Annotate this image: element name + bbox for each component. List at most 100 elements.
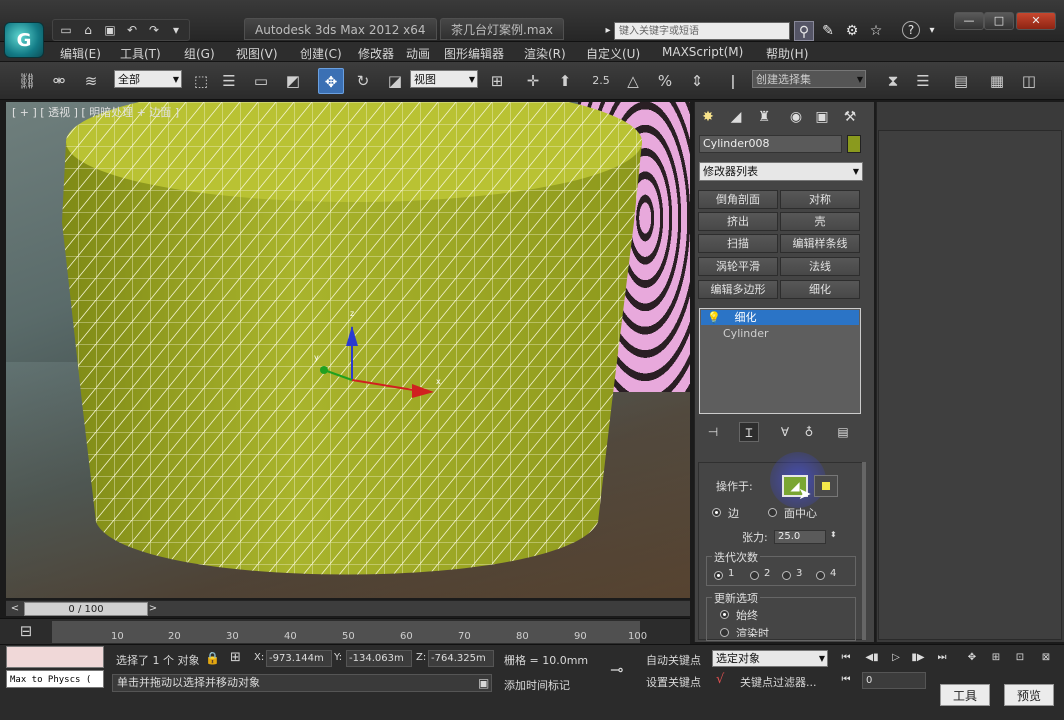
menu-customize[interactable]: 自定义(U)	[586, 45, 640, 62]
next-frame-icon[interactable]: ▮▶	[908, 650, 928, 666]
search-input[interactable]: 键入关键字或短语	[614, 22, 790, 40]
cylinder-mesh[interactable]: z x y	[6, 102, 690, 598]
named-selection-select[interactable]: 创建选择集	[752, 70, 866, 89]
zoom-extents-all-icon[interactable]: ⊠	[1036, 650, 1056, 666]
make-unique-icon[interactable]: ∀	[775, 422, 795, 442]
modifier-button[interactable]: 扫描	[698, 234, 778, 253]
z-coordinate-field[interactable]: -764.325m	[428, 650, 494, 667]
angle-snap-icon[interactable]: △	[620, 68, 646, 94]
modifier-button[interactable]: 对称	[780, 190, 860, 209]
menu-help[interactable]: 帮助(H)	[766, 45, 808, 62]
modifier-stack[interactable]: 💡 细化 Cylinder	[699, 308, 861, 414]
favorites-icon[interactable]: ☆	[866, 21, 886, 41]
selection-lock-icon[interactable]: 🔒	[205, 651, 220, 665]
configure-sets-icon[interactable]: ▤	[833, 422, 853, 442]
time-prev-button[interactable]: <	[8, 602, 22, 616]
unlink-icon[interactable]: ⚮	[46, 68, 72, 94]
zoom-extents-icon[interactable]: ⊡	[1010, 650, 1030, 666]
spinner-arrows-icon[interactable]: ⬍	[830, 530, 837, 539]
open-file-icon[interactable]: ⌂	[79, 22, 97, 38]
selection-filter-select[interactable]: 全部	[114, 70, 182, 89]
x-coordinate-field[interactable]: -973.144m	[266, 650, 332, 667]
help-dropdown-icon[interactable]: ▾	[922, 21, 942, 41]
rollout-scrollbar[interactable]	[862, 462, 866, 640]
time-slider-thumb[interactable]: 0 / 100	[24, 602, 148, 616]
key-filters-button[interactable]: 关键点过滤器...	[740, 674, 817, 690]
mini-curve-editor-icon[interactable]: ⊟	[14, 619, 38, 643]
select-by-name-icon[interactable]: ☰	[216, 68, 242, 94]
edit-named-selection-icon[interactable]: ǀ	[720, 68, 746, 94]
customize-dropdown-icon[interactable]: ▾	[167, 22, 185, 38]
maxscript-listener-pink[interactable]	[6, 646, 104, 668]
spinner-snap-icon[interactable]: ⇕	[684, 68, 710, 94]
key-mode-toggle-icon[interactable]: ⏮	[836, 672, 856, 688]
play-icon[interactable]: ▷	[886, 650, 906, 666]
tools-button[interactable]: 工具	[940, 684, 991, 706]
add-time-tag[interactable]: 添加时间标记	[504, 677, 570, 693]
select-rotate-icon[interactable]: ↻	[350, 68, 376, 94]
time-slider[interactable]: < 0 / 100 >	[6, 600, 690, 616]
pivot-center-icon[interactable]: ⊞	[484, 68, 510, 94]
modifier-button[interactable]: 编辑多边形	[698, 280, 778, 299]
display-tab-icon[interactable]: ▣	[811, 106, 833, 128]
align-icon[interactable]: ☰	[910, 68, 936, 94]
auto-key-button[interactable]: 自动关键点	[646, 652, 701, 668]
percent-snap-icon[interactable]: %	[652, 68, 678, 94]
face-center-radio[interactable]	[768, 508, 777, 517]
maxscript-mini-listener[interactable]: Max to Physcs (	[6, 670, 104, 688]
help-icon[interactable]: ?	[902, 21, 920, 39]
lightbulb-icon[interactable]: 💡	[701, 310, 721, 325]
minimize-button[interactable]: —	[954, 12, 984, 30]
menu-edit[interactable]: 编辑(E)	[60, 45, 101, 62]
modifier-button[interactable]: 细化	[780, 280, 860, 299]
communication-icon[interactable]: ⚙	[842, 21, 862, 41]
render-setup-icon[interactable]: ▦	[984, 68, 1010, 94]
utilities-tab-icon[interactable]: ⚒	[839, 106, 861, 128]
menu-rendering[interactable]: 渲染(R)	[524, 45, 566, 62]
redo-icon[interactable]: ↷	[145, 22, 163, 38]
stack-item-tessellate[interactable]: 💡 细化	[701, 310, 859, 325]
modifier-button[interactable]: 挤出	[698, 212, 778, 231]
hierarchy-tab-icon[interactable]: ♜	[753, 106, 775, 128]
menu-maxscript[interactable]: MAXScript(M)	[662, 45, 743, 59]
zoom-icon[interactable]: ✥	[962, 650, 982, 666]
iteration-radio-1[interactable]	[714, 571, 723, 580]
modifier-list-select[interactable]: 修改器列表	[699, 162, 863, 181]
select-move-icon[interactable]: ✥	[318, 68, 344, 94]
app-logo-icon[interactable]: G	[4, 22, 44, 58]
layer-manager-icon[interactable]: ▤	[948, 68, 974, 94]
key-mode-select[interactable]: 选定对象	[712, 650, 828, 667]
set-key-button[interactable]: 设置关键点	[646, 674, 701, 690]
close-button[interactable]: ✕	[1016, 12, 1056, 30]
motion-tab-icon[interactable]: ◉	[785, 106, 807, 128]
link-icon[interactable]: ⛓	[14, 68, 40, 94]
menu-group[interactable]: 组(G)	[184, 45, 215, 62]
previous-frame-icon[interactable]: ◀▮	[862, 650, 882, 666]
modifier-button[interactable]: 法线	[780, 257, 860, 276]
object-name-field[interactable]: Cylinder008	[699, 135, 842, 153]
operate-on-polygons-button[interactable]	[814, 475, 838, 497]
absolute-mode-icon[interactable]: ⊞	[230, 650, 241, 665]
binoculars-icon[interactable]: ⚲	[794, 21, 814, 41]
always-radio[interactable]	[720, 610, 729, 619]
y-coordinate-field[interactable]: -134.063m	[346, 650, 412, 667]
object-color-swatch[interactable]	[847, 135, 861, 153]
menu-create[interactable]: 创建(C)	[300, 45, 342, 62]
zoom-all-icon[interactable]: ⊞	[986, 650, 1006, 666]
select-manipulate-icon[interactable]: ✛	[520, 68, 546, 94]
go-to-start-icon[interactable]: ⏮	[836, 650, 856, 666]
modifier-button[interactable]: 涡轮平滑	[698, 257, 778, 276]
menu-animation[interactable]: 动画	[406, 45, 430, 62]
tension-spinner[interactable]: 25.0	[774, 530, 826, 544]
restore-button[interactable]: □	[984, 12, 1014, 30]
time-tag-icon[interactable]: ▣	[478, 676, 489, 690]
stack-item-cylinder[interactable]: Cylinder	[701, 326, 859, 341]
modify-tab-icon[interactable]: ◢	[725, 106, 747, 128]
mirror-icon[interactable]: ⧗	[880, 68, 906, 94]
window-crossing-icon[interactable]: ◩	[280, 68, 306, 94]
preview-button[interactable]: 预览	[1004, 684, 1055, 706]
iteration-radio-4[interactable]	[816, 571, 825, 580]
curve-editor-icon[interactable]: ◫	[1016, 68, 1042, 94]
modifier-button[interactable]: 倒角剖面	[698, 190, 778, 209]
modifier-button[interactable]: 壳	[780, 212, 860, 231]
